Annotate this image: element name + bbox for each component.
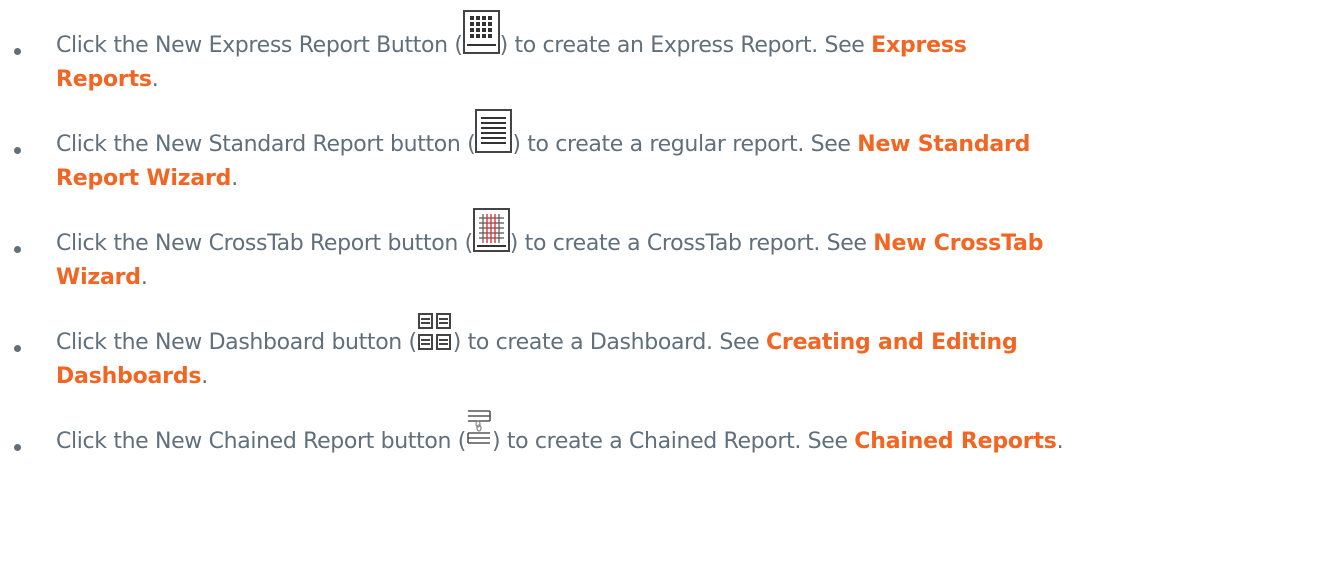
express-reports-link[interactable]: Express <box>871 33 967 58</box>
item-text-after: ) to create an Express Report. See <box>499 33 872 58</box>
item-text-before: Click the New Standard Report button ( <box>56 132 476 157</box>
period: . <box>140 265 148 290</box>
item-text-after: ) to create a regular report. See <box>512 132 858 157</box>
item-text-after: ) to create a Chained Report. See <box>491 429 855 454</box>
bullet <box>14 48 21 55</box>
line: Dashboards. <box>56 364 208 390</box>
line: Reports. <box>56 67 159 93</box>
express-reports-link-cont[interactable]: Reports <box>56 67 152 92</box>
line: Click the New Express Report Button ( ) t… <box>56 10 967 59</box>
period: . <box>231 166 238 191</box>
bullet <box>14 444 21 451</box>
dashboard-icon <box>417 313 453 350</box>
item-text-before: Click the New Express Report Button ( <box>56 33 463 58</box>
bullet <box>14 246 21 253</box>
new-standard-report-wizard-link-cont[interactable]: Report Wizard <box>56 166 231 191</box>
chained-reports-link[interactable]: Chained Reports <box>854 429 1057 454</box>
period: . <box>1056 429 1064 454</box>
line: Click the New Standard Report button ( ) … <box>56 109 1030 158</box>
period: . <box>201 364 208 389</box>
crosstab-report-icon <box>472 208 510 252</box>
express-report-icon <box>462 10 500 54</box>
line: Wizard. <box>56 265 148 291</box>
new-crosstab-wizard-link[interactable]: New CrossTab <box>873 231 1043 256</box>
item-text-after: ) to create a CrossTab report. See <box>509 231 874 256</box>
line: Click the New Chained Report button ( ) t… <box>56 410 1064 455</box>
bullet <box>14 345 21 352</box>
new-crosstab-wizard-link-cont[interactable]: Wizard <box>56 265 141 290</box>
item-text-after: ) to create a Dashboard. See <box>452 330 766 355</box>
chained-report-icon <box>466 410 492 448</box>
bullet <box>14 147 21 154</box>
line: Click the New CrossTab Report button ( ) … <box>56 208 1043 257</box>
standard-report-icon <box>475 109 513 153</box>
creating-and-editing-dashboards-link[interactable]: Creating and Editing <box>766 330 1018 355</box>
period: . <box>151 67 159 92</box>
item-text-before: Click the New Chained Report button ( <box>56 429 466 454</box>
new-standard-report-wizard-link[interactable]: New Standard <box>857 132 1030 157</box>
line: Click the New Dashboard button ( ) to cre… <box>56 313 1018 356</box>
item-text-before: Click the New Dashboard button ( <box>56 330 417 355</box>
creating-and-editing-dashboards-link-cont[interactable]: Dashboards <box>56 364 201 389</box>
line: Report Wizard. <box>56 166 238 192</box>
item-text-before: Click the New CrossTab Report button ( <box>56 231 473 256</box>
